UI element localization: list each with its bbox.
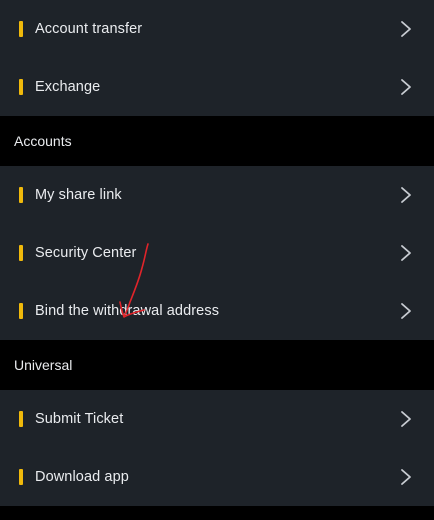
section-title: Accounts bbox=[14, 133, 72, 149]
menu-item-label: Bind the withdrawal address bbox=[35, 303, 220, 319]
yellow-marker-bar bbox=[19, 469, 23, 485]
menu-item-my-share-link[interactable]: My share link bbox=[0, 166, 434, 224]
yellow-marker-bar bbox=[19, 245, 23, 261]
yellow-marker-bar bbox=[19, 187, 23, 203]
chevron-right-icon bbox=[400, 20, 412, 38]
section-title: Universal bbox=[14, 357, 73, 373]
menu-item-security-center[interactable]: Security Center bbox=[0, 224, 434, 282]
settings-menu: Account transfer Exchange Accounts My sh… bbox=[0, 0, 434, 506]
yellow-marker-bar bbox=[19, 411, 23, 427]
menu-item-bind-withdrawal-address[interactable]: Bind the withdrawal address bbox=[0, 282, 434, 340]
yellow-marker-bar bbox=[19, 21, 23, 37]
section-header-accounts: Accounts bbox=[0, 116, 434, 166]
menu-item-label: My share link bbox=[35, 187, 122, 203]
menu-item-download-app[interactable]: Download app bbox=[0, 448, 434, 506]
menu-item-submit-ticket[interactable]: Submit Ticket bbox=[0, 390, 434, 448]
menu-item-account-transfer[interactable]: Account transfer bbox=[0, 0, 434, 58]
yellow-marker-bar bbox=[19, 303, 23, 319]
menu-item-label: Download app bbox=[35, 469, 129, 485]
chevron-right-icon bbox=[400, 244, 412, 262]
yellow-marker-bar bbox=[19, 79, 23, 95]
menu-item-exchange[interactable]: Exchange bbox=[0, 58, 434, 116]
chevron-right-icon bbox=[400, 78, 412, 96]
chevron-right-icon bbox=[400, 410, 412, 428]
chevron-right-icon bbox=[400, 468, 412, 486]
menu-item-label: Account transfer bbox=[35, 21, 143, 37]
chevron-right-icon bbox=[400, 302, 412, 320]
menu-item-label: Submit Ticket bbox=[35, 411, 124, 427]
menu-item-label: Exchange bbox=[35, 79, 101, 95]
menu-item-label: Security Center bbox=[35, 245, 137, 261]
section-header-universal: Universal bbox=[0, 340, 434, 390]
chevron-right-icon bbox=[400, 186, 412, 204]
